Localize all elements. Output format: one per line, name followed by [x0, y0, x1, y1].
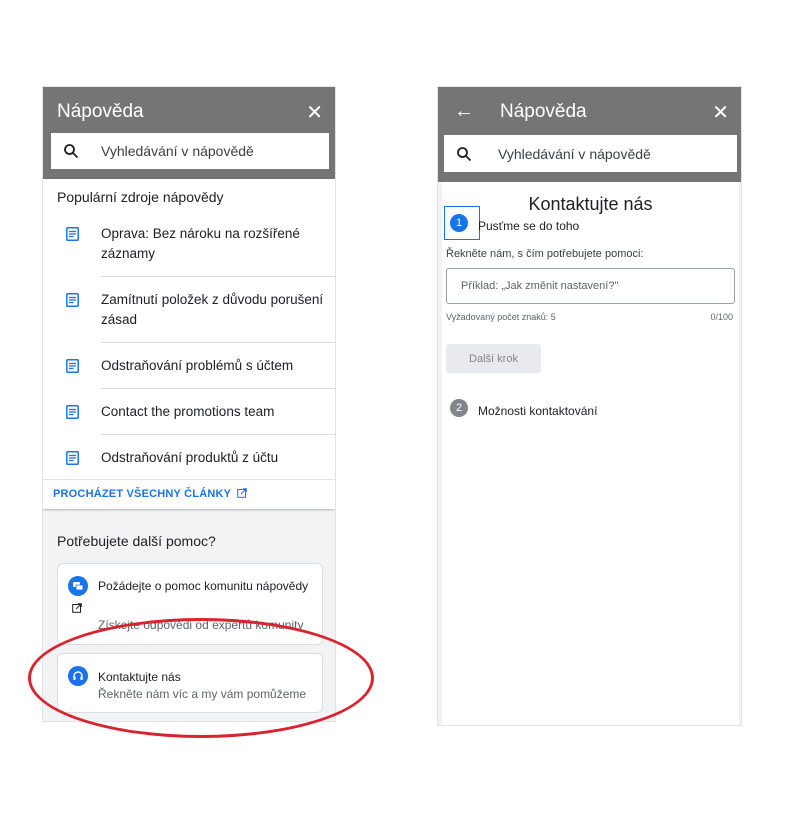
article-icon: [43, 389, 101, 419]
browse-all-link[interactable]: PROCHÁZET VŠECHNY ČLÁNKY: [43, 479, 335, 509]
help-title: Nápověda: [57, 101, 144, 122]
forum-icon: [68, 576, 88, 596]
article-link[interactable]: Odstraňování problémů s účtem: [43, 343, 335, 389]
contact-option-subtitle: Řekněte nám víc a my vám pomůžeme: [98, 687, 307, 701]
search-placeholder: Vyhledávání v nápovědě: [101, 143, 254, 159]
step-2-label: Možnosti kontaktování: [478, 404, 598, 418]
search-placeholder: Vyhledávání v nápovědě: [498, 145, 651, 162]
search-icon: [51, 143, 91, 159]
community-option-subtitle: Získejte odpovědi od expertů komunity: [98, 618, 304, 632]
article-label: Zamítnutí položek z důvodu porušení zása…: [101, 277, 335, 343]
step-1-number: 1: [450, 214, 468, 232]
browse-all-label: PROCHÁZET VŠECHNY ČLÁNKY: [53, 488, 231, 500]
help-question-label: Řekněte nám, s čím potřebujete pomoci:: [446, 248, 644, 260]
search-input[interactable]: Vyhledávání v nápovědě: [444, 135, 737, 172]
contact-form: Kontaktujte nás 1 Pusťme se do toho Řekn…: [442, 182, 739, 725]
article-link[interactable]: Zamítnutí položek z důvodu porušení zása…: [43, 277, 335, 343]
search-icon: [444, 146, 484, 162]
article-link[interactable]: Oprava: Bez nároku na rozšířené záznamy: [43, 211, 335, 277]
search-input[interactable]: Vyhledávání v nápovědě: [51, 133, 329, 169]
article-link[interactable]: Contact the promotions team: [43, 389, 335, 435]
article-icon: [43, 211, 101, 241]
external-link-icon: [234, 488, 248, 500]
help-title: Nápověda: [500, 101, 587, 122]
article-link[interactable]: Odstraňování produktů z účtu: [43, 435, 335, 480]
community-option-title: Požádejte o pomoc komunitu nápovědy: [98, 579, 309, 593]
contact-option-title: Kontaktujte nás: [98, 670, 181, 684]
help-header: ← Nápověda ✕ Vyhledávání v nápovědě: [438, 87, 741, 182]
close-icon[interactable]: ✕: [306, 100, 323, 125]
popular-resources-card: Populární zdroje nápovědy Oprava: Bez ná…: [43, 179, 335, 509]
required-chars-hint: Vyžadovaný počet znaků: 5: [446, 312, 556, 322]
help-panel-right: ← Nápověda ✕ Vyhledávání v nápovědě Kont…: [437, 86, 742, 726]
article-list: Oprava: Bez nároku na rozšířené záznamy …: [43, 211, 335, 480]
step-1-label: Pusťme se do toho: [478, 219, 580, 233]
back-arrow-icon[interactable]: ←: [454, 100, 474, 123]
contact-form-title: Kontaktujte nás: [528, 194, 653, 214]
help-description-input[interactable]: Příklad: „Jak změnit nastavení?": [446, 268, 735, 304]
help-header: Nápověda ✕ Vyhledávání v nápovědě: [43, 87, 335, 179]
community-help-option[interactable]: Požádejte o pomoc komunitu nápovědy Získ…: [57, 563, 323, 645]
more-help-title: Potřebujete další pomoc?: [57, 533, 216, 549]
article-icon: [43, 277, 101, 307]
close-icon[interactable]: ✕: [712, 100, 729, 125]
next-step-button[interactable]: Další krok: [446, 344, 541, 373]
article-label: Odstraňování problémů s účtem: [101, 343, 335, 389]
contact-us-option[interactable]: Kontaktujte nás Řekněte nám víc a my vám…: [57, 653, 323, 713]
article-icon: [43, 343, 101, 373]
headset-icon: [68, 666, 88, 686]
article-label: Oprava: Bez nároku na rozšířené záznamy: [101, 211, 335, 277]
article-label: Contact the promotions team: [101, 389, 335, 435]
popular-resources-title: Populární zdroje nápovědy: [57, 189, 224, 205]
char-counter: 0/100: [710, 312, 733, 322]
help-panel-left: Nápověda ✕ Vyhledávání v nápovědě Populá…: [42, 86, 336, 722]
article-label: Odstraňování produktů z účtu: [101, 450, 279, 465]
step-2-number: 2: [450, 399, 468, 417]
help-description-placeholder: Příklad: „Jak změnit nastavení?": [461, 280, 619, 292]
article-icon: [43, 435, 101, 465]
external-link-icon: [72, 600, 82, 618]
